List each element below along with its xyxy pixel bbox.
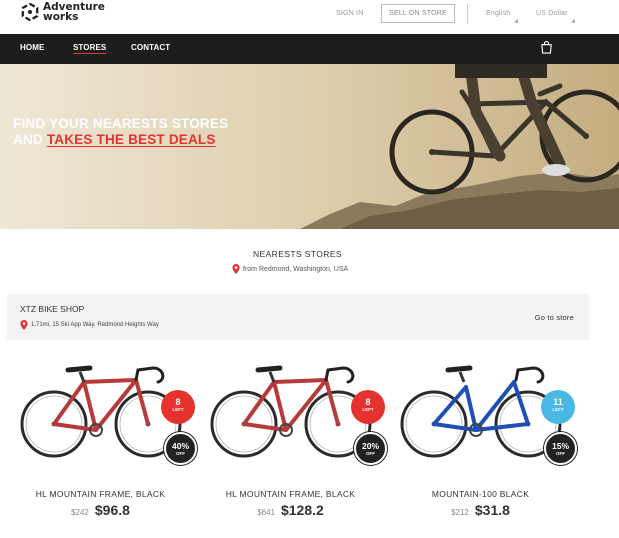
- store-card: XTZ BIKE SHOP 1.71mi, 15 Ski App Way, Re…: [7, 294, 589, 340]
- location-text: from Redmond, Washington, USA: [243, 265, 349, 273]
- stock-left-badge: 8 LEFT: [161, 390, 195, 424]
- stock-left-count: 11: [553, 397, 563, 407]
- sale-price: $96.8: [94, 502, 130, 518]
- stock-left-badge: 11 LEFT: [541, 390, 575, 424]
- sale-price: $128.2: [280, 502, 324, 518]
- store-address-text: 1.71mi, 15 Ski App Way, Redmond Heights …: [31, 322, 159, 328]
- map-pin-icon: [232, 264, 240, 274]
- chevron-down-icon: ◢: [514, 18, 518, 24]
- discount-badge: 20% OFF: [354, 432, 387, 465]
- best-deals-link[interactable]: TAKES THE BEST DEALS: [47, 132, 216, 147]
- hero-line-1: FIND YOUR NEARESTS STORES: [13, 116, 229, 131]
- product-name[interactable]: MOUNTAIN-100 BLACK: [388, 489, 573, 499]
- product-name[interactable]: HL MOUNTAIN FRAME, BLACK: [8, 489, 193, 499]
- original-price: $641: [257, 508, 275, 517]
- product-card[interactable]: 8 LEFT 20% OFF HL MOUNTAIN FRAME, BLACK …: [198, 352, 387, 532]
- map-pin-icon: [20, 320, 28, 330]
- chevron-down-icon: ◢: [571, 18, 575, 24]
- brand-logo[interactable]: Adventure works: [21, 2, 105, 22]
- language-select[interactable]: English: [486, 10, 510, 17]
- brand-mark-icon: [21, 3, 39, 21]
- price-row: $641 $128.2: [198, 502, 383, 518]
- product-card[interactable]: 11 LEFT 15% OFF MOUNTAIN-100 BLACK $212 …: [388, 352, 577, 532]
- sale-price: $31.8: [474, 502, 510, 518]
- price-row: $242 $96.8: [8, 502, 193, 518]
- go-to-store-link[interactable]: Go to store: [535, 313, 574, 322]
- location-line: from Redmond, Washington, USA: [232, 264, 348, 274]
- discount-percent: 20%: [361, 441, 379, 451]
- nav-item-contact[interactable]: CONTACT: [131, 43, 170, 52]
- discount-off-label: OFF: [556, 451, 565, 456]
- brand-name: Adventure works: [43, 2, 105, 23]
- original-price: $242: [71, 508, 89, 517]
- topbar-divider: [467, 4, 468, 24]
- nav-item-home[interactable]: HOME: [20, 43, 44, 52]
- discount-off-label: OFF: [176, 451, 185, 456]
- discount-off-label: OFF: [366, 451, 375, 456]
- stock-left-badge: 8 LEFT: [351, 390, 385, 424]
- main-nav: HOME STORES CONTACT: [0, 34, 619, 64]
- hero-banner: FIND YOUR NEARESTS STORES AND TAKES THE …: [0, 64, 619, 229]
- sell-on-store-button[interactable]: SELL ON STORE: [381, 4, 455, 23]
- nav-item-stores[interactable]: STORES: [73, 43, 106, 52]
- price-row: $212 $31.8: [388, 502, 573, 518]
- hero-line-2-prefix: AND: [13, 132, 47, 147]
- discount-badge: 15% OFF: [544, 432, 577, 465]
- discount-percent: 40%: [171, 441, 189, 451]
- top-bar: Adventure works SIGN IN SELL ON STORE En…: [0, 0, 619, 34]
- original-price: $212: [451, 508, 469, 517]
- stock-left-count: 8: [365, 397, 371, 407]
- shopping-bag-icon[interactable]: [540, 41, 553, 54]
- discount-badge: 40% OFF: [164, 432, 197, 465]
- section-title: NEARESTS STORES: [253, 249, 342, 259]
- hero-line-2: AND TAKES THE BEST DEALS: [13, 132, 228, 148]
- hero-headline: FIND YOUR NEARESTS STORES AND TAKES THE …: [13, 116, 228, 148]
- product-card[interactable]: 8 LEFT 40% OFF HL MOUNTAIN FRAME, BLACK …: [8, 352, 197, 532]
- brand-line-2: works: [43, 11, 79, 23]
- stock-left-count: 8: [175, 397, 181, 407]
- stock-left-label: LEFT: [362, 407, 374, 412]
- store-address: 1.71mi, 15 Ski App Way, Redmond Heights …: [20, 320, 159, 330]
- stock-left-label: LEFT: [552, 407, 564, 412]
- discount-percent: 15%: [551, 441, 569, 451]
- stock-left-label: LEFT: [172, 407, 184, 412]
- store-name: XTZ BIKE SHOP: [20, 304, 85, 314]
- sign-in-link[interactable]: SIGN IN: [336, 10, 363, 17]
- currency-select[interactable]: US Dollar: [536, 10, 568, 17]
- product-name[interactable]: HL MOUNTAIN FRAME, BLACK: [198, 489, 383, 499]
